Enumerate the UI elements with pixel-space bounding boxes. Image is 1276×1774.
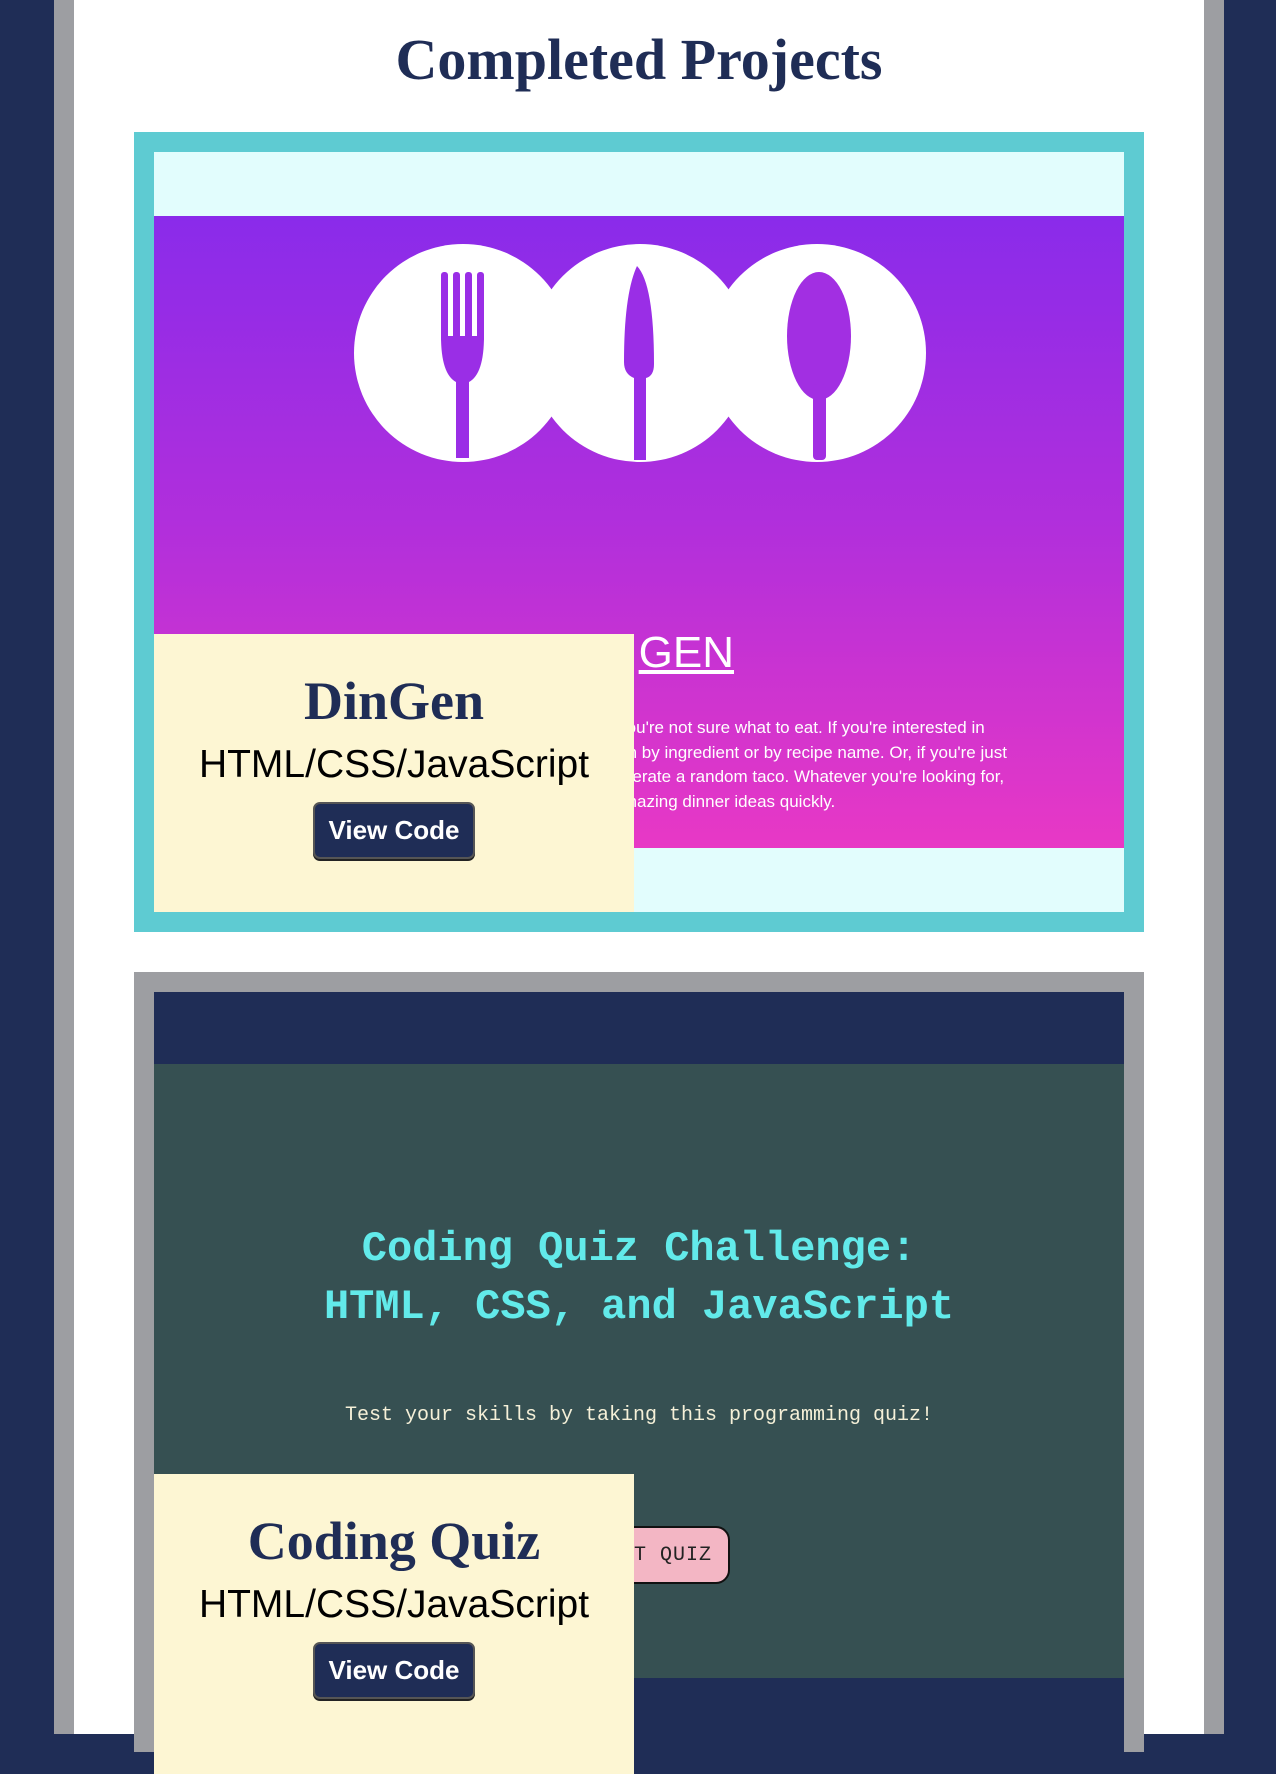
desc-line: , amazing dinner ideas quickly. bbox=[604, 791, 836, 811]
project-info-dingen: DinGen HTML/CSS/JavaScript View Code bbox=[154, 634, 634, 912]
desc-line: generate a random taco. Whatever you're … bbox=[604, 767, 1005, 786]
desc-line: n you're not sure what to eat. If you're… bbox=[604, 718, 985, 737]
project-card-dingen[interactable]: GEN n you're not sure what to eat. If yo… bbox=[134, 132, 1144, 932]
section-title: Completed Projects bbox=[395, 27, 883, 92]
desc-line: arch by ingredient or by recipe name. Or… bbox=[604, 742, 1007, 762]
view-code-button[interactable]: View Code bbox=[313, 1642, 475, 1699]
quiz-heading-line: HTML, CSS, and JavaScript bbox=[323, 1283, 955, 1331]
dingen-screenshot-description: n you're not sure what to eat. If you're… bbox=[604, 716, 1104, 814]
view-code-button[interactable]: View Code bbox=[313, 802, 475, 859]
spoon-icon bbox=[708, 244, 926, 462]
project-card-coding-quiz[interactable]: Coding Quiz Challenge: HTML, CSS, and Ja… bbox=[134, 972, 1144, 1774]
project-title: DinGen bbox=[303, 671, 485, 731]
project-tech: HTML/CSS/JavaScript bbox=[198, 743, 590, 786]
dingen-logo bbox=[354, 244, 926, 462]
quiz-screenshot-subtitle: Test your skills by taking this programm… bbox=[344, 1404, 934, 1427]
quiz-screenshot-heading: Coding Quiz Challenge: HTML, CSS, and Ja… bbox=[154, 1220, 1124, 1336]
project-info-coding-quiz: Coding Quiz HTML/CSS/JavaScript View Cod… bbox=[154, 1474, 634, 1774]
quiz-heading-line: Coding Quiz Challenge: bbox=[361, 1225, 917, 1273]
project-title: Coding Quiz bbox=[247, 1511, 541, 1571]
project-tech: HTML/CSS/JavaScript bbox=[198, 1583, 590, 1626]
